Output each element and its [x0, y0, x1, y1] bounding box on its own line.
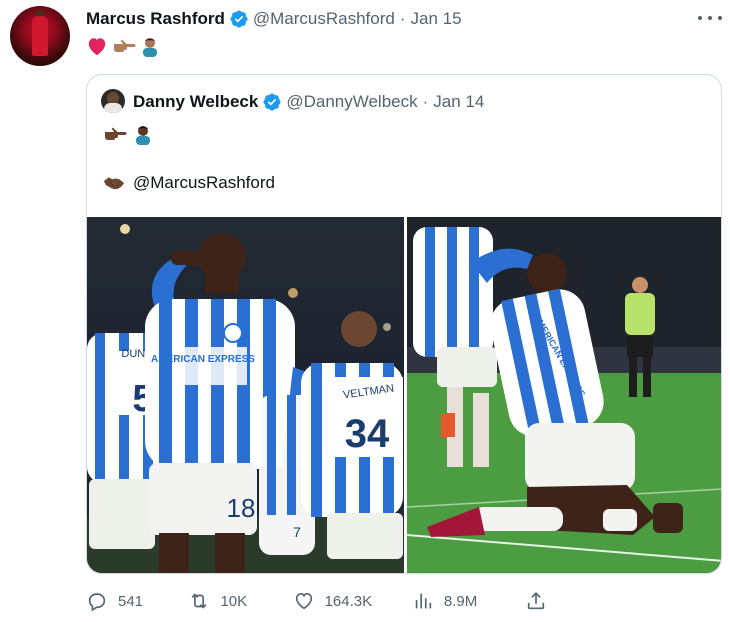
- views-icon: [415, 593, 432, 609]
- pointing-right-icon: [105, 127, 127, 140]
- reply-count: 541: [118, 592, 144, 610]
- quoted-tweet-header: Danny Welbeck @DannyWelbeck · Jan 14: [133, 91, 484, 113]
- retweet-count: 10K: [220, 592, 248, 610]
- verified-badge-icon: [230, 10, 248, 28]
- handshake-icon: [103, 177, 125, 190]
- retweet-icon: [191, 593, 207, 609]
- like-icon: [295, 593, 312, 610]
- quoted-author-handle[interactable]: @DannyWelbeck: [286, 92, 417, 112]
- tweet-text: [86, 34, 160, 58]
- author-name[interactable]: Marcus Rashford: [86, 9, 225, 29]
- photo-knee-slide-illustration: AMERICAN EXPRESS: [406, 217, 721, 573]
- jersey-number-7: 7: [293, 524, 301, 540]
- quoted-media[interactable]: DUNK 5 AMERICAN EXPRESS 18 7 VELTMAN 34 …: [87, 217, 721, 573]
- author-handle[interactable]: @MarcusRashford: [253, 9, 395, 29]
- views-count: 8.9M: [443, 592, 478, 610]
- reply-button[interactable]: 541: [86, 590, 188, 612]
- quoted-author-avatar[interactable]: [101, 89, 125, 113]
- photo-knee-slide[interactable]: AMERICAN EXPRESS: [406, 217, 721, 573]
- tweet-actions: 541 10K 164.3K 8.9M: [86, 588, 626, 614]
- person-icon: [143, 38, 157, 57]
- quoted-tweet-line-1: [103, 123, 153, 145]
- reply-icon: [88, 593, 106, 612]
- person-icon: [136, 126, 150, 145]
- verified-badge-icon: [263, 93, 281, 111]
- quoted-tweet-date[interactable]: Jan 14: [433, 92, 484, 112]
- tweet-header: Marcus Rashford @MarcusRashford · Jan 15: [86, 8, 462, 30]
- like-count: 164.3K: [324, 592, 373, 610]
- like-button[interactable]: 164.3K: [293, 590, 412, 612]
- sponsor-text: AMERICAN EXPRESS: [151, 354, 255, 365]
- separator-dot: ·: [422, 92, 429, 111]
- photo-celebration[interactable]: DUNK 5 AMERICAN EXPRESS 18 7 VELTMAN 34: [87, 217, 404, 573]
- separator-dot: ·: [399, 9, 406, 28]
- quoted-tweet[interactable]: Danny Welbeck @DannyWelbeck · Jan 14 @Ma…: [86, 74, 722, 574]
- jersey-number-18: 18: [227, 493, 256, 523]
- quoted-tweet-line-2: @MarcusRashford: [103, 171, 275, 195]
- retweet-button[interactable]: 10K: [188, 590, 292, 612]
- quoted-author-name[interactable]: Danny Welbeck: [133, 92, 258, 112]
- share-button[interactable]: [525, 590, 626, 612]
- mention-link[interactable]: @MarcusRashford: [133, 173, 275, 193]
- author-avatar[interactable]: [10, 6, 70, 66]
- views-button[interactable]: 8.9M: [412, 590, 525, 612]
- pointing-right-icon: [114, 39, 136, 52]
- tweet-date[interactable]: Jan 15: [411, 9, 462, 29]
- heart-icon: [88, 38, 106, 56]
- tweet[interactable]: Marcus Rashford @MarcusRashford · Jan 15…: [0, 0, 730, 622]
- photo-celebration-illustration: DUNK 5 AMERICAN EXPRESS 18 7 VELTMAN 34: [87, 224, 403, 573]
- jersey-number-34: 34: [345, 412, 390, 456]
- share-icon: [528, 592, 545, 610]
- more-options-icon[interactable]: [698, 8, 722, 28]
